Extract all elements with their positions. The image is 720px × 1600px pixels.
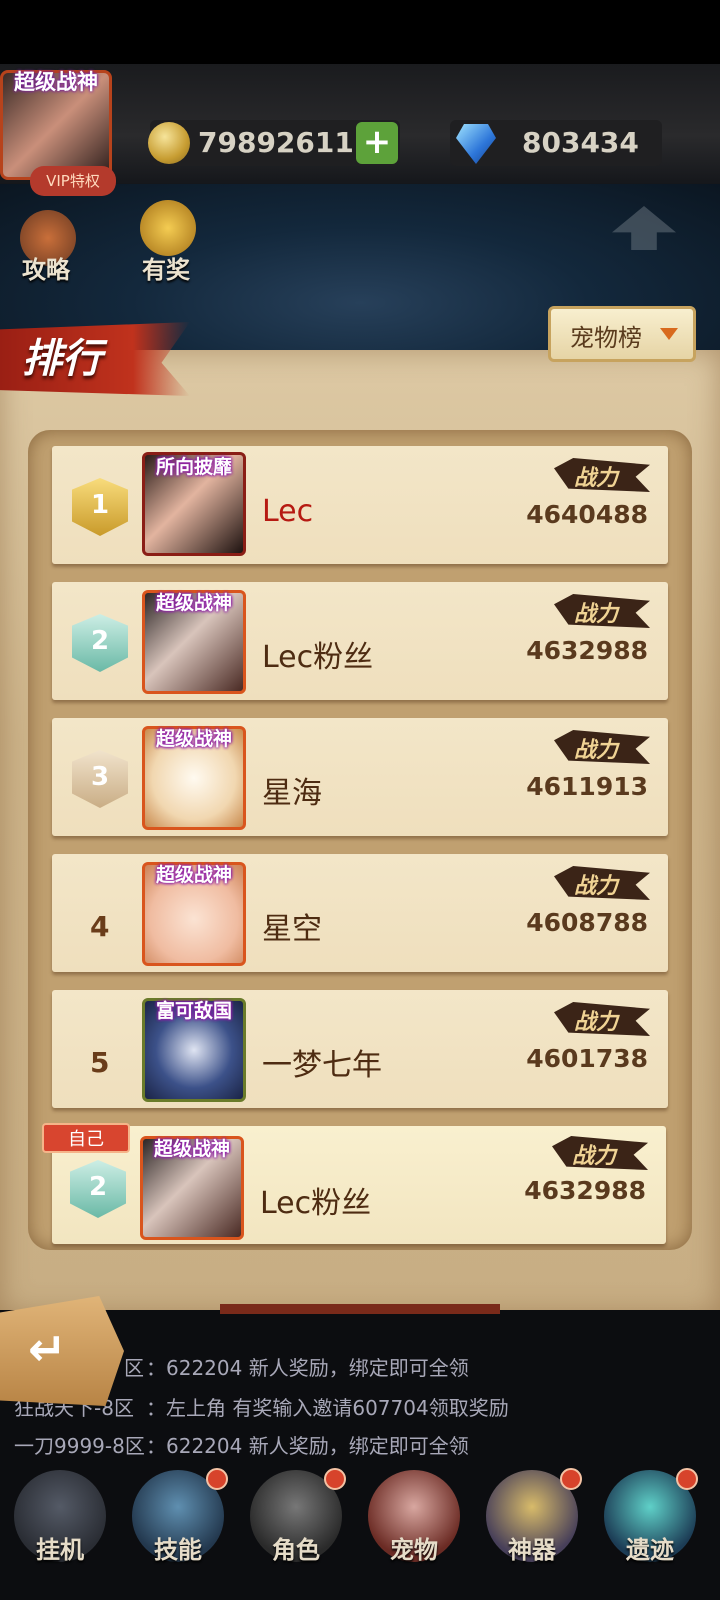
nav-artifact[interactable]: 神器 — [482, 1530, 582, 1565]
frame-title: 超级战神 — [153, 1138, 230, 1160]
gold-amount: 798926112 — [198, 126, 374, 159]
nav-relic[interactable]: 遗迹 — [600, 1530, 700, 1565]
power-value: 4608788 — [526, 908, 648, 937]
status-bar — [0, 0, 720, 64]
page-title: 排行 — [22, 336, 102, 382]
power-label: 战力 — [574, 466, 619, 491]
frame-title: 富可敌国 — [155, 1000, 232, 1022]
power-label: 战力 — [574, 602, 619, 627]
gold-coin-icon — [148, 122, 190, 164]
power-label: 战力 — [574, 1010, 619, 1035]
rank-number: 1 — [90, 490, 110, 520]
power-value: 4640488 — [526, 500, 648, 529]
power-label: 战力 — [574, 738, 619, 763]
power-value: 4611913 — [526, 772, 648, 801]
player-name: 星空 — [262, 912, 322, 947]
frame-title: 超级战神 — [155, 592, 232, 614]
player-name: Lec粉丝 — [260, 1186, 372, 1221]
player-name: Lec粉丝 — [262, 640, 374, 675]
notification-dot — [206, 1468, 228, 1490]
guide-label[interactable]: 攻略 — [22, 250, 70, 285]
nav-idle[interactable]: 挂机 — [10, 1530, 110, 1565]
divider — [220, 1304, 500, 1314]
chat-text: ：622204 新人奖励，绑定即可全领 — [146, 1356, 469, 1380]
nav-pet[interactable]: 宠物 — [364, 1530, 464, 1565]
self-tag: 自己 — [42, 1123, 130, 1153]
notification-dot — [324, 1468, 346, 1490]
dropdown-label[interactable]: 宠物榜 — [570, 318, 642, 353]
chat-text: ：左上角 有奖输入邀请607704领取奖励 — [146, 1396, 509, 1420]
reward-label[interactable]: 有奖 — [142, 250, 190, 285]
chat-sender: 一刀9999-8区 — [14, 1434, 145, 1458]
chat-text: ：622204 新人奖励，绑定即可全领 — [146, 1434, 469, 1458]
player-name: 星海 — [262, 776, 322, 811]
back-arrow-icon[interactable]: ↵ — [28, 1322, 67, 1376]
nav-skill[interactable]: 技能 — [128, 1530, 228, 1565]
power-value: 4632988 — [524, 1176, 646, 1205]
dropdown-arrow-icon[interactable] — [660, 328, 678, 340]
star-medal-icon[interactable] — [140, 200, 196, 256]
frame-title: 超级战神 — [155, 864, 232, 886]
power-label: 战力 — [574, 874, 619, 899]
rank-number: 3 — [90, 762, 110, 792]
player-title: 超级战神 — [14, 70, 98, 94]
diamond-amount: 803434 — [522, 126, 639, 159]
frame-title: 所向披靡 — [155, 456, 232, 478]
power-value: 4601738 — [526, 1044, 648, 1073]
vip-button[interactable]: VIP特权 — [30, 166, 116, 196]
add-gold-button[interactable]: + — [356, 122, 398, 164]
rank-number: 4 — [90, 910, 110, 943]
power-label: 战力 — [572, 1144, 617, 1169]
rank-number: 2 — [90, 626, 110, 656]
rank-number: 5 — [90, 1046, 110, 1079]
chat-sender: 区 — [124, 1356, 144, 1380]
nav-character[interactable]: 角色 — [246, 1530, 346, 1565]
frame-title: 超级战神 — [155, 728, 232, 750]
player-name: 一梦七年 — [262, 1048, 382, 1083]
notification-dot — [560, 1468, 582, 1490]
rank-number: 2 — [88, 1172, 108, 1202]
notification-dot — [676, 1468, 698, 1490]
player-name: Lec — [262, 494, 314, 529]
power-value: 4632988 — [526, 636, 648, 665]
